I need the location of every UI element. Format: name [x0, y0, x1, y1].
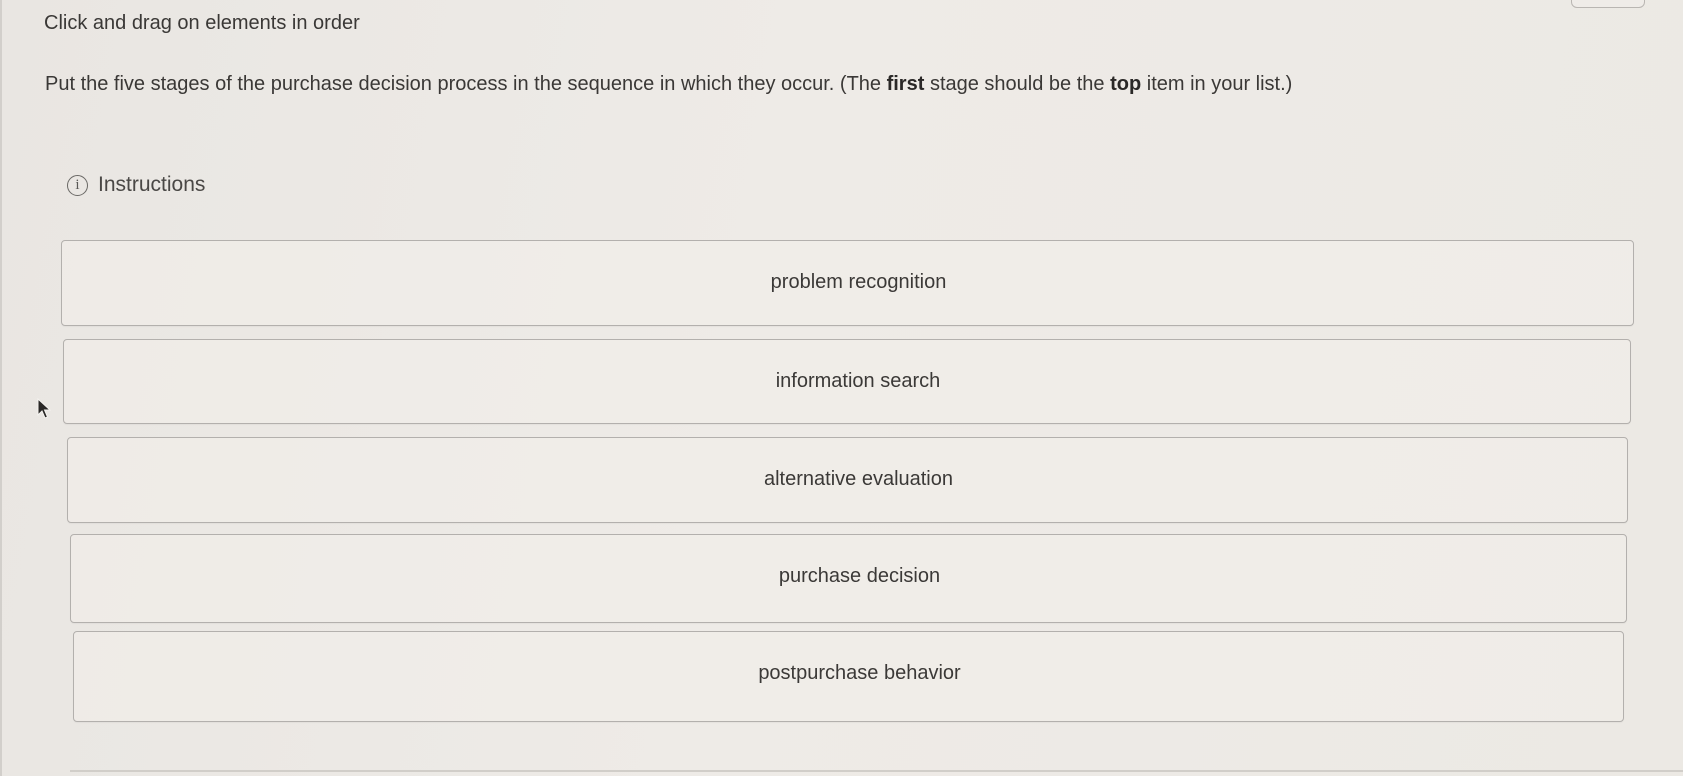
list-item-1[interactable]: problem recognition [61, 240, 1634, 326]
instructions-label: Instructions [98, 173, 206, 196]
list-item-2[interactable]: information search [63, 339, 1631, 424]
page-title: Click and drag on elements in order [44, 12, 360, 34]
list-item-4[interactable]: purchase decision [70, 534, 1627, 623]
prompt-text-2: stage should be the [924, 73, 1111, 95]
question-prompt: Put the five stages of the purchase deci… [45, 73, 1292, 96]
prompt-text-1: Put the five stages of the purchase deci… [45, 73, 887, 95]
list-item-label: alternative evaluation [763, 468, 953, 490]
list-item-5[interactable]: postpurchase behavior [73, 631, 1624, 722]
page-left-border [0, 0, 2, 776]
top-right-button[interactable] [1571, 0, 1645, 8]
prompt-bold-first: first [886, 73, 925, 95]
prompt-bold-top: top [1110, 73, 1142, 95]
list-item-label: postpurchase behavior [758, 662, 961, 684]
list-item-3[interactable]: alternative evaluation [67, 437, 1628, 523]
bottom-divider [70, 770, 1683, 772]
list-item-label: problem recognition [770, 271, 947, 293]
list-item-label: information search [775, 370, 941, 392]
info-icon: i [67, 174, 88, 196]
instructions-toggle[interactable]: i Instructions [67, 173, 205, 197]
mouse-cursor-icon [37, 398, 52, 419]
list-item-label: purchase decision [778, 565, 941, 587]
prompt-text-3: item in your list.) [1141, 73, 1293, 95]
